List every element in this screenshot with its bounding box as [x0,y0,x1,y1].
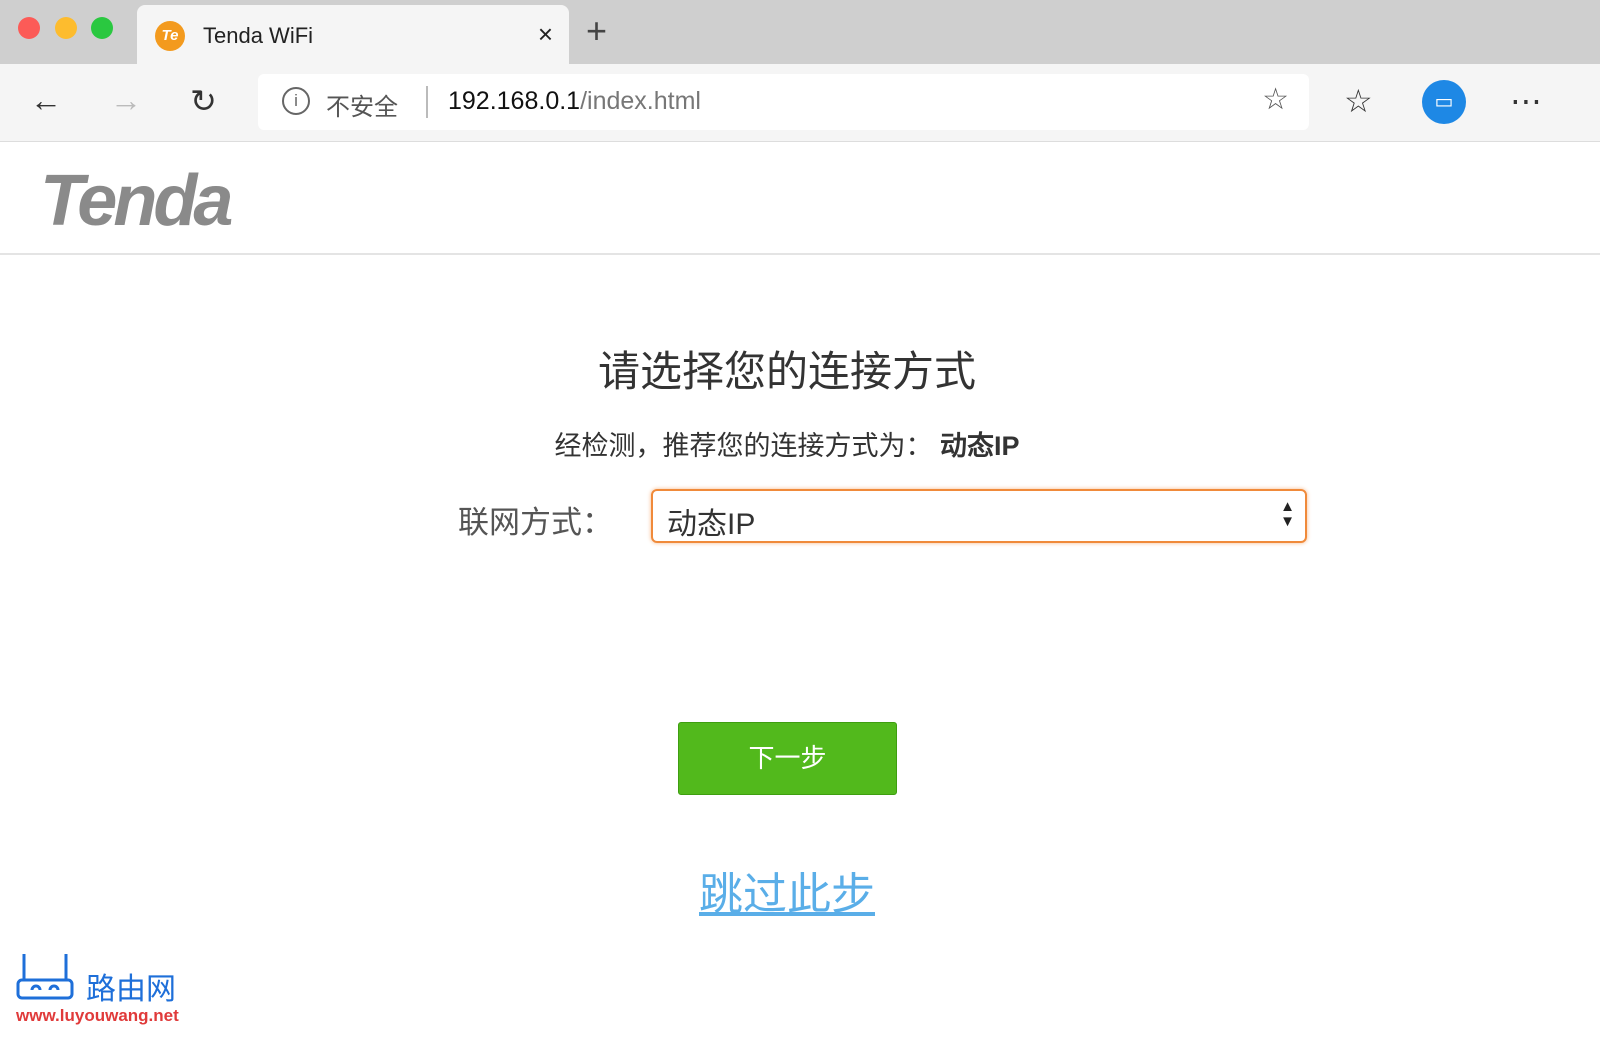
url-host: 192.168.0.1 [448,87,580,115]
forward-arrow-icon[interactable]: → [110,82,142,119]
watermark: 路由网 www.luyouwang.net [16,952,74,1007]
skip-link-text[interactable]: 跳过此步 [699,870,875,919]
divider [426,86,428,118]
tenda-favicon-icon: Te [155,21,185,51]
recommendation-text: 经检测，推荐您的连接方式为： 动态IP [0,424,1574,463]
skip-step-link: 跳过此步 [0,858,1574,922]
favorites-list-icon[interactable]: ☆ [1344,82,1373,120]
minimize-window-button[interactable] [55,17,77,39]
back-arrow-icon[interactable]: ← [30,82,62,119]
info-icon[interactable]: i [282,87,310,115]
page-title: 请选择您的连接方式 [0,338,1574,399]
add-favorite-star-icon[interactable]: ☆ [1262,82,1289,117]
close-tab-icon[interactable]: × [538,19,553,50]
more-menu-icon[interactable]: ⋯ [1510,82,1542,120]
watermark-site: www.luyouwang.net [16,1006,179,1026]
recommendation-prefix: 经检测，推荐您的连接方式为： [554,431,932,461]
page-header: Tenda [0,142,1600,255]
connection-mode-select[interactable]: 动态IP ▲▼ [651,489,1307,543]
tab-tenda-wifi[interactable]: Te Tenda WiFi × [137,5,569,67]
reload-icon[interactable]: ↻ [190,82,217,120]
profile-avatar[interactable]: ▭ [1422,80,1466,124]
address-bar[interactable]: i 不安全 192.168.0.1/index.html ☆ [258,74,1309,130]
close-window-button[interactable] [18,17,40,39]
new-tab-button[interactable]: + [586,10,607,52]
selected-mode: 动态IP [667,499,755,543]
watermark-name: 路由网 [86,964,176,1008]
router-logo-icon [16,952,74,1002]
url-path: /index.html [580,87,701,115]
tenda-logo: Tenda [40,160,229,242]
select-arrows-icon: ▲▼ [1280,499,1295,529]
insecure-label: 不安全 [326,87,398,122]
tab-bar: Te Tenda WiFi × + [0,0,1600,64]
browser-toolbar: ← → ↻ i 不安全 192.168.0.1/index.html ☆ ☆ ▭… [0,64,1600,142]
next-step-button[interactable]: 下一步 [678,722,897,795]
connection-mode-label: 联网方式： [458,497,613,542]
maximize-window-button[interactable] [91,17,113,39]
recommended-mode: 动态IP [940,431,1020,461]
tab-title: Tenda WiFi [203,23,313,49]
url-text[interactable]: 192.168.0.1/index.html [448,87,701,116]
